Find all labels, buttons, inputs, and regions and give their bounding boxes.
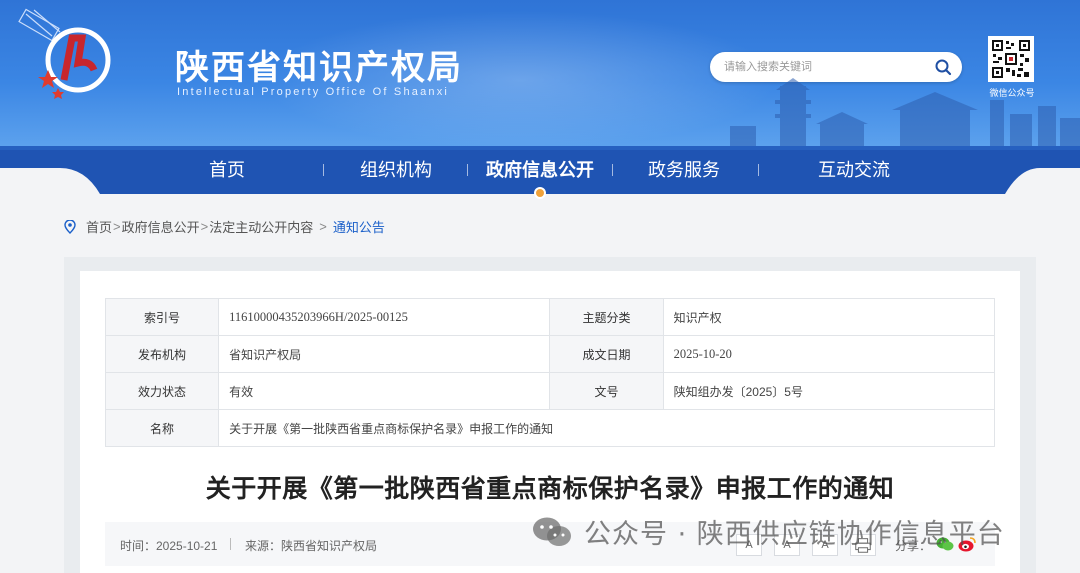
name-label: 名称 [104, 409, 220, 447]
index-no-label: 索引号 [104, 298, 220, 336]
date-value: 2025-10-20 [662, 335, 996, 373]
article-title: 关于开展《第一批陕西省重点商标保护名录》申报工作的通知 [205, 474, 895, 503]
breadcrumb-item-home[interactable]: 首页 [86, 217, 112, 236]
table-row: 效力状态 有效 文号 陕知组办发〔2025〕5号 [104, 372, 996, 410]
table-row: 名称 关于开展《第一批陕西省重点商标保护名录》申报工作的通知 [104, 409, 995, 447]
nav-separator [612, 164, 613, 176]
breadcrumb-item-statutory[interactable]: 法定主动公开内容 [209, 217, 313, 236]
table-row: 索引号 11610000435203966H/2025-00125 主题分类 知… [104, 298, 996, 336]
site-header: 陕西省知识产权局 Intellectual Property Office Of… [0, 0, 1080, 150]
wechat-watermark: 公众号 · 陕西供应链协作信息平台 [530, 512, 1005, 551]
article-source: 来源：陕西省知识产权局 [245, 539, 378, 553]
date-label: 成文日期 [549, 335, 664, 373]
breadcrumb-item-notices[interactable]: 通知公告 [333, 217, 385, 236]
active-nav-indicator [534, 187, 546, 199]
publish-time: 时间：2025-10-21 [120, 539, 218, 553]
location-pin-icon [64, 219, 76, 234]
watermark-text: 公众号 · 陕西供应链协作信息平台 [584, 519, 1005, 550]
breadcrumb: 首页 > 政府信息公开 > 法定主动公开内容 > 通知公告 [64, 217, 385, 236]
nav-separator [758, 164, 759, 176]
status-label: 效力状态 [104, 372, 220, 410]
nav-item-services[interactable]: 政务服务 [648, 156, 720, 182]
status-value: 有效 [218, 372, 551, 410]
nav-item-home[interactable]: 首页 [209, 156, 245, 182]
nav-item-interaction[interactable]: 互动交流 [818, 156, 890, 182]
wechat-watermark-icon [533, 517, 571, 546]
nav-item-gov-info[interactable]: 政府信息公开 [486, 156, 594, 182]
nav-separator [467, 164, 468, 176]
index-no-value: 11610000435203966H/2025-00125 [218, 298, 551, 336]
topic-value: 知识产权 [662, 298, 996, 336]
nav-item-organization[interactable]: 组织机构 [360, 156, 432, 182]
doc-no-value: 陕知组办发〔2025〕5号 [662, 372, 996, 410]
topic-label: 主题分类 [549, 298, 664, 336]
breadcrumb-separator: > [200, 219, 209, 234]
site-title: 陕西省知识产权局 [175, 48, 463, 88]
doc-no-label: 文号 [549, 372, 664, 410]
site-subtitle: Intellectual Property Office Of Shaanxi [177, 86, 450, 98]
qr-label: 微信公众号 [989, 88, 1035, 98]
breadcrumb-separator: > [319, 219, 327, 234]
breadcrumb-separator: > [113, 219, 121, 234]
table-row: 发布机构 省知识产权局 成文日期 2025-10-20 [104, 335, 996, 373]
name-value: 关于开展《第一批陕西省重点商标保护名录》申报工作的通知 [218, 409, 995, 447]
search-icon[interactable] [934, 58, 952, 76]
document-metadata-table: 索引号 11610000435203966H/2025-00125 主题分类 知… [104, 298, 996, 447]
wechat-qr-code-icon[interactable] [988, 36, 1034, 82]
breadcrumb-item-gov-info[interactable]: 政府信息公开 [122, 217, 200, 236]
info-divider [230, 538, 231, 550]
logo-emblem-icon[interactable] [12, 8, 162, 108]
nav-separator [323, 164, 324, 176]
publisher-label: 发布机构 [104, 335, 220, 373]
search-input[interactable] [724, 58, 924, 76]
publisher-value: 省知识产权局 [218, 335, 551, 373]
